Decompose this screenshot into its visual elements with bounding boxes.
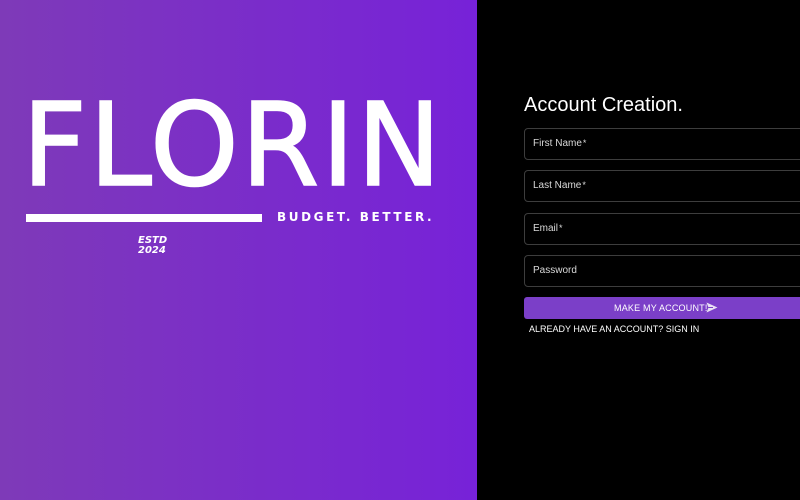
logo-established: ESTD 2024 [138,236,167,256]
signup-form-panel: Account Creation. First Name* Last Name*… [477,0,800,500]
last-name-label: Last Name* [533,180,586,191]
first-name-field[interactable]: First Name* [524,128,800,160]
email-field[interactable]: Email* [524,213,800,245]
logo-estd-year: 2024 [138,245,166,256]
password-label: Password [533,265,577,276]
make-account-button[interactable]: MAKE MY ACCOUNT! [524,297,800,319]
form-title: Account Creation. [524,94,683,116]
florin-logo: FLORIN BUDGET. BETTER. ESTD 2024 [21,87,442,268]
account-creation-page: FLORIN BUDGET. BETTER. ESTD 2024 Account… [0,0,800,500]
email-label: Email* [533,223,563,234]
logo-tagline: BUDGET. BETTER. [277,210,435,224]
password-field[interactable]: Password [524,255,800,287]
first-name-label: First Name* [533,138,587,149]
sign-in-link[interactable]: ALREADY HAVE AN ACCOUNT? SIGN IN [529,324,699,334]
brand-panel: FLORIN BUDGET. BETTER. ESTD 2024 [0,0,477,500]
make-account-button-label: MAKE MY ACCOUNT! [614,303,708,313]
logo-wordmark: FLORIN [21,77,444,213]
send-icon [706,302,718,313]
last-name-field[interactable]: Last Name* [524,170,800,202]
logo-underline [26,214,262,222]
